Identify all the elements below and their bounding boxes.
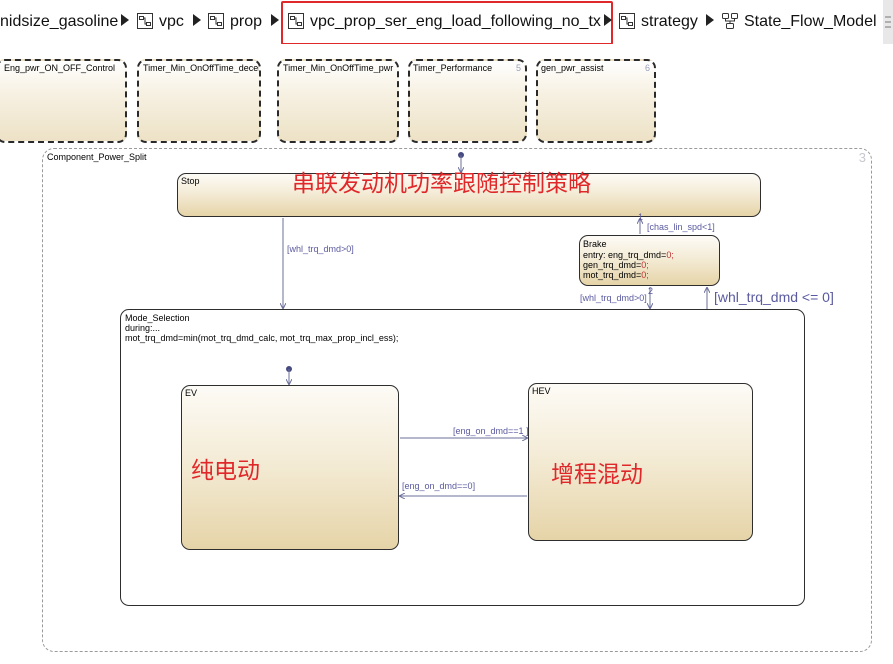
subsystem-icon [137,13,153,29]
highlight-box [281,1,613,45]
breadcrumb-item-prop[interactable]: prop [230,12,262,32]
breadcrumb-item-strategy[interactable]: strategy [641,12,698,32]
transition-label-stop-to-mode[interactable]: [whl_trq_dmd>0] [287,244,354,254]
transition-label-ev-to-hev[interactable]: [eng_on_dmd==1 ] [453,426,529,436]
breadcrumb-item-state-flow-model[interactable]: State_Flow_Model [744,12,877,32]
transition-lines [0,152,893,664]
breadcrumb-item-vpc[interactable]: vpc [159,12,184,32]
annotation-hev: 增程混动 [551,462,643,488]
annotation-ev: 纯电动 [191,458,260,484]
breadcrumb-separator-icon [121,14,129,26]
transition-order: 2 [648,286,654,296]
transition-label-brake-to-stop[interactable]: [chas_lin_spd<1] [647,222,715,232]
breadcrumb-separator-icon [706,14,714,26]
subsystem-icon [208,13,224,29]
stateflow-canvas[interactable]: Eng_pwr_ON_OFF_Control Timer_Min_OnOffTi… [0,44,893,664]
subsystem-icon [619,13,635,29]
breadcrumb-separator-icon [271,14,279,26]
breadcrumb: nidsize_gasoline vpc prop vpc_prop_ser_e… [0,0,893,45]
transition-order: 1 [638,212,644,222]
transition-label-brake-to-mode[interactable]: [whl_trq_dmd>0] [580,293,647,303]
transition-label-hev-to-ev[interactable]: [eng_on_dmd==0] [402,481,475,491]
breadcrumb-separator-icon [604,14,612,26]
breadcrumb-item-model[interactable]: nidsize_gasoline [0,12,118,32]
scrollbar-grip[interactable] [883,0,893,44]
annotation-title: 串联发动机功率跟随控制策略 [292,171,591,197]
transition-label-mode-to-brake[interactable]: [whl_trq_dmd <= 0] [714,289,834,305]
breadcrumb-separator-icon [193,14,201,26]
chart-icon [722,13,738,29]
